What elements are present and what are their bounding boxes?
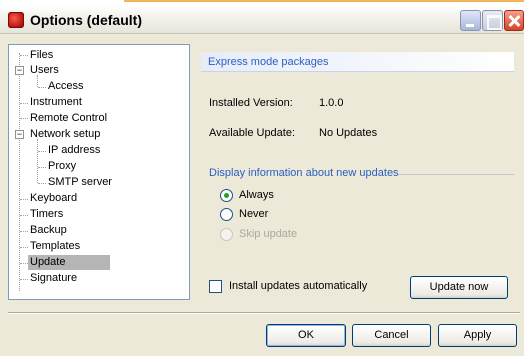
tree-item-proxy[interactable]: Proxy bbox=[46, 159, 78, 174]
tree-item-templates[interactable]: Templates bbox=[28, 239, 82, 254]
tree-connector bbox=[20, 247, 28, 248]
tree-item-label: Templates bbox=[30, 240, 81, 252]
group-divider bbox=[398, 174, 514, 175]
tree-connector bbox=[20, 279, 28, 280]
radio-skip-update-label: Skip update bbox=[239, 228, 298, 240]
tree-connector bbox=[20, 263, 28, 264]
radio-skip-update: Skip update bbox=[220, 227, 320, 243]
tree-connector bbox=[19, 53, 20, 291]
window-title: Options (default) bbox=[30, 12, 142, 28]
tree-connector bbox=[20, 103, 28, 104]
tree-connector bbox=[37, 139, 38, 183]
radio-never-label: Never bbox=[239, 208, 269, 220]
options-tree[interactable]: − − Files Users Access Instrument Remote… bbox=[8, 44, 190, 300]
tree-item-label: Proxy bbox=[48, 160, 77, 172]
tree-item-label: Remote Control bbox=[30, 112, 108, 124]
radio-disabled-icon bbox=[220, 228, 233, 241]
tree-item-remote-control[interactable]: Remote Control bbox=[28, 111, 109, 126]
tree-item-label: Backup bbox=[30, 224, 67, 236]
tree-item-label: Users bbox=[30, 64, 59, 76]
collapse-network-icon[interactable]: − bbox=[15, 130, 24, 139]
collapse-users-icon[interactable]: − bbox=[15, 66, 24, 75]
available-update-label: Available Update: bbox=[209, 127, 296, 139]
auto-install-checkbox[interactable] bbox=[209, 280, 222, 293]
tree-item-label: Signature bbox=[30, 272, 78, 284]
tree-item-keyboard[interactable]: Keyboard bbox=[28, 191, 79, 206]
section-header: Express mode packages bbox=[201, 52, 514, 72]
tree-item-signature[interactable]: Signature bbox=[28, 271, 79, 286]
tree-item-files[interactable]: Files bbox=[28, 48, 55, 63]
tree-item-access[interactable]: Access bbox=[46, 79, 85, 94]
apply-button[interactable]: Apply bbox=[438, 324, 517, 347]
tree-item-label: Network setup bbox=[30, 128, 101, 140]
auto-install-label: Install updates automatically bbox=[229, 280, 368, 292]
tree-item-network-setup[interactable]: Network setup bbox=[28, 127, 102, 142]
radio-always-label: Always bbox=[239, 189, 274, 201]
tree-connector bbox=[20, 199, 28, 200]
tree-item-label: Instrument bbox=[30, 96, 82, 108]
options-dialog: Options (default) − − Files Users Access… bbox=[0, 6, 524, 356]
tree-connector bbox=[20, 55, 28, 56]
tree-item-label: SMTP server bbox=[48, 176, 112, 188]
ok-button[interactable]: OK bbox=[266, 324, 346, 347]
tree-connector bbox=[38, 151, 46, 152]
available-update-value: No Updates bbox=[319, 127, 378, 139]
display-group-title: Display information about new updates bbox=[209, 167, 399, 179]
tree-item-smtp-server[interactable]: SMTP server bbox=[46, 175, 114, 190]
footer-divider bbox=[8, 312, 520, 314]
tree-item-label: Timers bbox=[30, 208, 64, 220]
minimize-button[interactable] bbox=[460, 10, 481, 31]
tree-item-update[interactable]: Update bbox=[28, 255, 110, 270]
cancel-button[interactable]: Cancel bbox=[352, 324, 431, 347]
radio-always[interactable]: Always bbox=[220, 188, 300, 204]
installed-version-label: Installed Version: bbox=[209, 97, 293, 109]
installed-version-value: 1.0.0 bbox=[319, 97, 344, 109]
tree-item-ip-address[interactable]: IP address bbox=[46, 143, 102, 158]
radio-never[interactable]: Never bbox=[220, 207, 300, 223]
tree-item-backup[interactable]: Backup bbox=[28, 223, 69, 238]
tree-connector bbox=[20, 215, 28, 216]
tree-item-label: Files bbox=[30, 49, 54, 61]
tree-connector bbox=[20, 118, 28, 119]
update-now-button[interactable]: Update now bbox=[410, 276, 508, 299]
background-accent-line bbox=[124, 0, 524, 2]
radio-unchecked-icon bbox=[220, 208, 233, 221]
tree-connector bbox=[38, 87, 46, 88]
tree-item-timers[interactable]: Timers bbox=[28, 207, 65, 222]
tree-item-label: Keyboard bbox=[30, 192, 78, 204]
tree-item-label: IP address bbox=[48, 144, 101, 156]
tree-item-label: Access bbox=[48, 80, 84, 92]
tree-connector bbox=[20, 231, 28, 232]
title-bar[interactable]: Options (default) bbox=[0, 6, 524, 34]
tree-connector bbox=[38, 183, 46, 184]
close-button[interactable] bbox=[504, 10, 524, 31]
maximize-button[interactable] bbox=[482, 10, 503, 31]
tree-item-instrument[interactable]: Instrument bbox=[28, 95, 84, 110]
tree-item-users[interactable]: Users bbox=[28, 63, 61, 78]
app-icon bbox=[8, 12, 24, 28]
tree-item-label: Update bbox=[28, 255, 110, 270]
tree-connector bbox=[38, 167, 46, 168]
radio-checked-icon bbox=[220, 189, 233, 202]
